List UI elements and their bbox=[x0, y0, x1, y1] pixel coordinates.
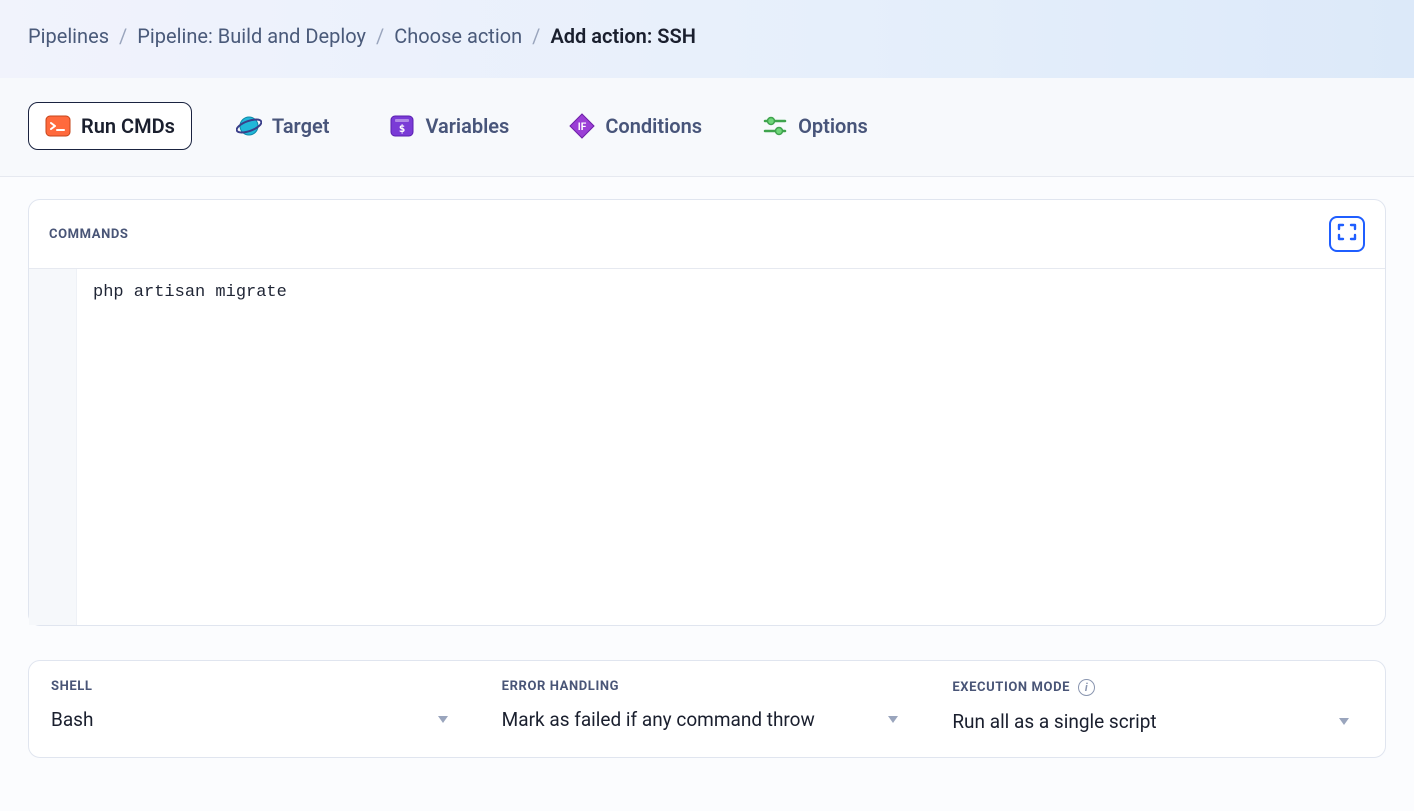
tab-options[interactable]: Options bbox=[746, 103, 884, 149]
execution-mode-option: EXECUTION MODE i Run all as a single scr… bbox=[952, 679, 1363, 733]
tab-label: Target bbox=[272, 114, 330, 138]
commands-panel: COMMANDS php artisan migrate bbox=[28, 199, 1386, 626]
shell-option: SHELL Bash bbox=[51, 679, 462, 733]
breadcrumb-sep: / bbox=[532, 24, 540, 48]
tabs-bar: Run CMDs Target $ Variables IF Con bbox=[0, 78, 1414, 177]
conditions-icon: IF bbox=[569, 113, 595, 139]
commands-title: COMMANDS bbox=[49, 227, 129, 242]
execution-mode-value: Run all as a single script bbox=[952, 710, 1156, 733]
error-handling-label: ERROR HANDLING bbox=[502, 679, 913, 694]
tab-label: Run CMDs bbox=[81, 114, 175, 138]
expand-button[interactable] bbox=[1329, 216, 1365, 252]
svg-text:IF: IF bbox=[578, 122, 587, 133]
tab-run-cmds[interactable]: Run CMDs bbox=[28, 102, 192, 150]
execution-mode-select[interactable]: Run all as a single script bbox=[952, 710, 1363, 733]
options-panel: SHELL Bash ERROR HANDLING Mark as failed… bbox=[28, 660, 1386, 758]
breadcrumb: Pipelines / Pipeline: Build and Deploy /… bbox=[28, 24, 1386, 48]
editor-gutter bbox=[29, 269, 77, 625]
expand-icon bbox=[1336, 221, 1358, 247]
breadcrumb-sep: / bbox=[376, 24, 384, 48]
options-icon bbox=[762, 113, 788, 139]
planet-icon bbox=[236, 113, 262, 139]
chevron-down-icon bbox=[436, 708, 450, 731]
terminal-icon bbox=[45, 113, 71, 139]
svg-text:$: $ bbox=[399, 122, 406, 135]
execution-mode-label: EXECUTION MODE i bbox=[952, 679, 1363, 696]
tab-target[interactable]: Target bbox=[220, 103, 346, 149]
editor-body: php artisan migrate bbox=[29, 269, 1385, 625]
shell-select[interactable]: Bash bbox=[51, 708, 462, 731]
breadcrumb-choose-action[interactable]: Choose action bbox=[394, 24, 522, 48]
shell-label: SHELL bbox=[51, 679, 462, 694]
breadcrumb-sep: / bbox=[119, 24, 127, 48]
error-handling-option: ERROR HANDLING Mark as failed if any com… bbox=[502, 679, 913, 733]
error-handling-select[interactable]: Mark as failed if any command throw bbox=[502, 708, 913, 731]
tab-conditions[interactable]: IF Conditions bbox=[553, 103, 718, 149]
breadcrumb-current: Add action: SSH bbox=[550, 24, 695, 48]
tab-variables[interactable]: $ Variables bbox=[373, 103, 525, 149]
variables-icon: $ bbox=[389, 113, 415, 139]
content-area: COMMANDS php artisan migrate SHELL Bash bbox=[0, 177, 1414, 780]
breadcrumb-header: Pipelines / Pipeline: Build and Deploy /… bbox=[0, 0, 1414, 78]
tab-label: Options bbox=[798, 114, 868, 138]
tab-label: Conditions bbox=[605, 114, 702, 138]
chevron-down-icon bbox=[1337, 710, 1351, 733]
breadcrumb-pipeline-build-deploy[interactable]: Pipeline: Build and Deploy bbox=[137, 24, 366, 48]
breadcrumb-pipelines[interactable]: Pipelines bbox=[28, 24, 109, 48]
error-handling-value: Mark as failed if any command throw bbox=[502, 708, 815, 731]
execution-mode-label-text: EXECUTION MODE bbox=[952, 680, 1070, 695]
chevron-down-icon bbox=[886, 708, 900, 731]
tab-label: Variables bbox=[425, 114, 509, 138]
info-icon[interactable]: i bbox=[1078, 679, 1095, 696]
shell-value: Bash bbox=[51, 708, 93, 731]
commands-panel-head: COMMANDS bbox=[29, 200, 1385, 269]
commands-code-editor[interactable]: php artisan migrate bbox=[77, 269, 1385, 625]
